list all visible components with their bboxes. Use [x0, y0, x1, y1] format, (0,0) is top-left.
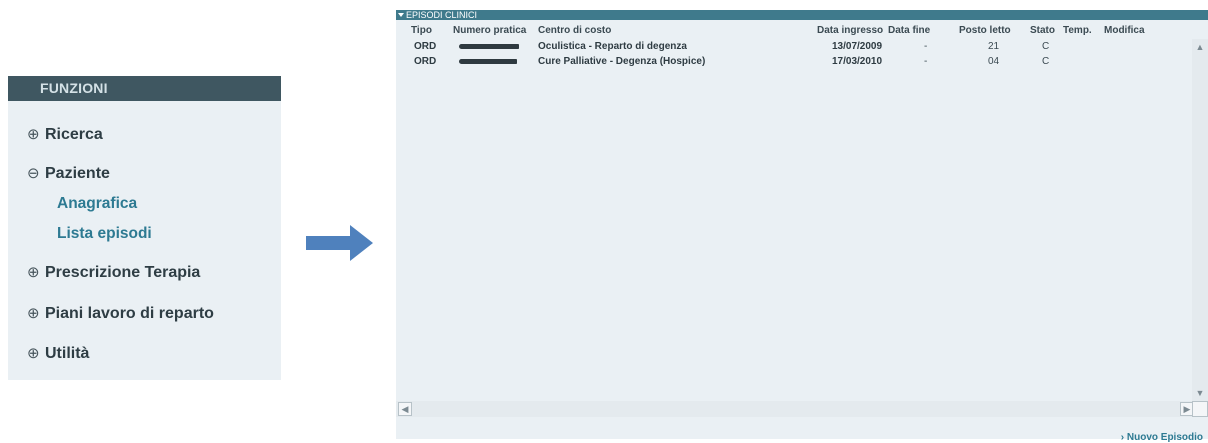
new-episode-label: Nuovo Episodio: [1126, 432, 1203, 443]
right-arrow-icon: [306, 225, 373, 261]
functions-panel: FUNZIONI ⊕ Ricerca ⊖ Paziente Anagrafica L…: [8, 76, 281, 380]
menu-group-label: Paziente: [45, 165, 110, 182]
expand-icon: ⊕: [27, 264, 40, 281]
cell-tipo: ORD: [414, 41, 437, 52]
menu-item-anagrafica[interactable]: Anagrafica: [57, 195, 137, 213]
new-episode-link[interactable]: › Nuovo Episodio: [1121, 432, 1203, 443]
menu-group-piani-lavoro[interactable]: ⊕ Piani lavoro di reparto: [27, 304, 214, 323]
cell-data-fine: -: [924, 41, 928, 52]
menu-group-paziente[interactable]: ⊖ Paziente: [27, 164, 110, 183]
collapse-icon: ⊖: [27, 165, 40, 182]
expand-icon: ⊕: [27, 305, 40, 322]
chevron-right-icon: ›: [1120, 432, 1125, 443]
episodes-header[interactable]: EPISODI CLINICI: [396, 10, 1208, 20]
menu-item-lista-episodi[interactable]: Lista episodi: [57, 225, 152, 243]
episodes-panel: EPISODI CLINICI Tipo Numero pratica Cent…: [396, 10, 1208, 443]
scrollbar-corner: [1192, 401, 1208, 417]
cell-centro-di-costo: Cure Palliative - Degenza (Hospice): [538, 56, 706, 67]
column-header[interactable]: Data fine: [888, 25, 930, 36]
functions-title: FUNZIONI: [8, 76, 281, 101]
column-header[interactable]: Centro di costo: [538, 25, 611, 36]
cell-data-ingresso: 13/07/2009: [832, 41, 883, 52]
table-row[interactable]: ORD Oculistica - Reparto di degenza 13/0…: [396, 39, 1191, 54]
redacted-numero-pratica: [459, 44, 519, 49]
column-header[interactable]: Posto letto: [959, 25, 1011, 36]
cell-stato: C: [1042, 56, 1050, 67]
column-header[interactable]: Numero pratica: [453, 25, 526, 36]
cell-data-ingresso: 17/03/2010: [832, 56, 883, 67]
menu-group-label: Prescrizione Terapia: [45, 264, 201, 281]
menu-group-label: Ricerca: [45, 126, 103, 143]
menu-group-utilita[interactable]: ⊕ Utilità: [27, 344, 89, 363]
cell-stato: C: [1042, 41, 1050, 52]
scroll-up-icon[interactable]: ▲: [1193, 41, 1207, 55]
cell-posto-letto: 21: [988, 41, 1000, 52]
expand-icon: ⊕: [27, 345, 40, 362]
cell-tipo: ORD: [414, 56, 437, 67]
column-header[interactable]: Data ingresso: [817, 25, 883, 36]
horizontal-scrollbar[interactable]: ◀ ▶: [396, 401, 1194, 417]
vertical-scrollbar[interactable]: ▲ ▼: [1192, 39, 1208, 413]
table-row[interactable]: ORD Cure Palliative - Degenza (Hospice) …: [396, 54, 1191, 69]
column-header[interactable]: Stato: [1030, 25, 1055, 36]
table-header: Tipo Numero pratica Centro di costo Data…: [396, 22, 1208, 39]
cell-centro-di-costo: Oculistica - Reparto di degenza: [538, 41, 687, 52]
menu-group-ricerca[interactable]: ⊕ Ricerca: [27, 125, 103, 144]
column-header[interactable]: Temp.: [1063, 25, 1092, 36]
column-header[interactable]: Tipo: [411, 25, 432, 36]
cell-data-fine: -: [924, 56, 928, 67]
collapse-caret-icon[interactable]: [398, 13, 404, 18]
menu-group-prescrizione-terapia[interactable]: ⊕ Prescrizione Terapia: [27, 263, 200, 282]
menu-group-label: Piani lavoro di reparto: [45, 305, 214, 322]
column-header[interactable]: Modifica: [1104, 25, 1145, 36]
cell-posto-letto: 04: [988, 56, 1000, 67]
scroll-down-icon[interactable]: ▼: [1193, 387, 1207, 401]
episodes-title: EPISODI CLINICI: [406, 10, 478, 20]
redacted-numero-pratica: [459, 59, 517, 64]
menu-group-label: Utilità: [45, 345, 90, 362]
scroll-left-icon[interactable]: ◀: [398, 402, 412, 416]
expand-icon: ⊕: [27, 126, 40, 143]
